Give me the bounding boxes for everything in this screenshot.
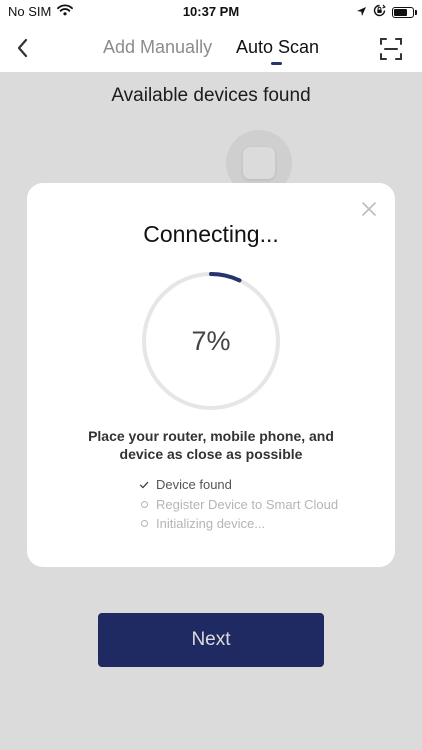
step-register-device: Register Device to Smart Cloud: [139, 495, 338, 515]
scan-button[interactable]: [378, 36, 404, 62]
orientation-lock-icon: [373, 4, 386, 20]
app-screen: No SIM 10:37 PM Add Manually Auto Scan A…: [0, 0, 422, 750]
connecting-dialog: Connecting... 7% Place your router, mobi…: [27, 183, 395, 567]
check-icon: [139, 480, 149, 490]
placement-instruction: Place your router, mobile phone, and dev…: [88, 428, 334, 462]
step-label: Initializing device...: [156, 516, 266, 532]
step-device-found: Device found: [139, 475, 338, 495]
status-bar: No SIM 10:37 PM: [0, 0, 422, 24]
status-right: [356, 4, 417, 20]
dialog-title: Connecting...: [143, 221, 279, 247]
location-arrow-icon: [356, 5, 367, 20]
navigation-bar: Add Manually Auto Scan: [0, 24, 422, 72]
pending-dot-icon: [139, 500, 149, 508]
step-label: Register Device to Smart Cloud: [156, 496, 339, 512]
pending-dot-icon: [139, 520, 149, 528]
step-initializing-device: Initializing device...: [139, 514, 338, 534]
step-label: Device found: [156, 477, 232, 493]
close-button[interactable]: [360, 200, 378, 218]
close-icon: [360, 202, 378, 222]
tab-auto-scan[interactable]: Auto Scan: [236, 37, 319, 58]
chevron-left-icon: [10, 38, 38, 66]
active-tab-indicator: [271, 62, 282, 65]
scan-frame-icon: [378, 38, 404, 66]
tab-add-manually[interactable]: Add Manually: [103, 37, 212, 58]
connection-steps: Device found Register Device to Smart Cl…: [139, 475, 338, 534]
back-button[interactable]: [10, 34, 38, 62]
battery-icon: [392, 6, 417, 18]
battery-level-fill: [394, 8, 407, 16]
progress-percent: 7%: [191, 325, 231, 356]
